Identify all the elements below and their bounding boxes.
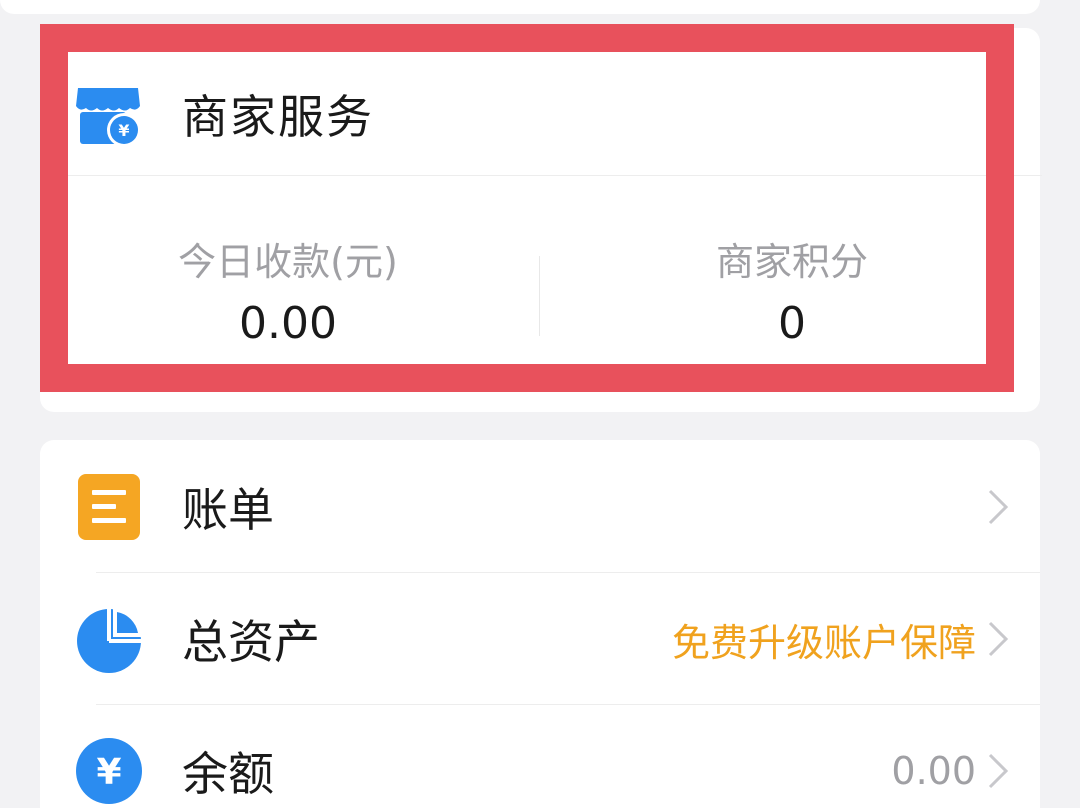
- wallet-page: ¥ 商家服务 今日收款(元) 0.00 商家积分 0 账单 总资产 免费升级账户…: [0, 0, 1080, 808]
- bill-list-icon: [78, 474, 140, 540]
- merchant-service-header[interactable]: ¥ 商家服务: [68, 52, 986, 176]
- previous-card: [0, 0, 1040, 14]
- merchant-points-stat[interactable]: 商家积分 0: [572, 236, 1012, 354]
- yuan-coin-icon: ¥: [76, 738, 142, 804]
- chevron-right-icon: [988, 621, 1009, 657]
- store-yuan-icon: ¥: [76, 88, 141, 147]
- today-receipts-label: 今日收款(元): [178, 240, 398, 284]
- menu-item-label: 账单: [182, 483, 274, 537]
- menu-item-label: 余额: [182, 747, 274, 801]
- menu-item-bill[interactable]: 账单: [40, 440, 1040, 574]
- menu-item-balance[interactable]: ¥ 余额 0.00: [40, 704, 1040, 808]
- account-protection-promo[interactable]: 免费升级账户保障: [672, 612, 976, 667]
- menu-item-total-assets[interactable]: 总资产 免费升级账户保障: [40, 572, 1040, 706]
- merchant-points-value: 0: [778, 298, 806, 349]
- svg-text:¥: ¥: [96, 752, 121, 793]
- today-receipts-stat[interactable]: 今日收款(元) 0.00: [68, 236, 508, 354]
- merchant-service-title: 商家服务: [182, 90, 374, 144]
- menu-item-label: 总资产: [182, 615, 320, 669]
- chevron-right-icon: [988, 753, 1009, 789]
- balance-value: 0.00: [891, 749, 976, 793]
- pie-chart-icon: [77, 608, 142, 673]
- svg-text:¥: ¥: [118, 121, 129, 140]
- today-receipts-value: 0.00: [239, 298, 337, 349]
- divider: [68, 175, 1042, 176]
- merchant-points-label: 商家积分: [715, 240, 868, 284]
- chevron-right-icon: [988, 489, 1009, 525]
- stat-divider: [539, 256, 540, 336]
